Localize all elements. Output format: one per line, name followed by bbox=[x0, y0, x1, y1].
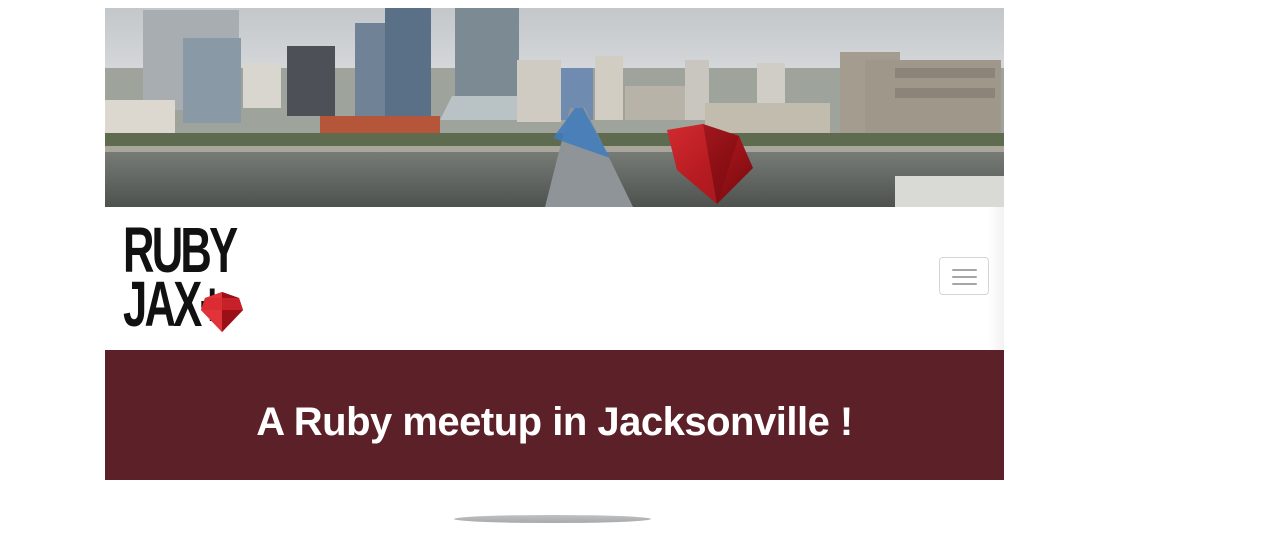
navbar: RUBY JAX+ bbox=[105, 207, 1004, 350]
hamburger-icon bbox=[952, 269, 977, 271]
header-banner-image bbox=[105, 8, 1004, 207]
hero-title: A Ruby meetup in Jacksonville ! bbox=[256, 399, 853, 444]
skyline-illustration bbox=[105, 8, 1004, 207]
ruby-gem-icon bbox=[201, 292, 243, 332]
hero-section: A Ruby meetup in Jacksonville ! bbox=[105, 350, 1004, 480]
page-frame: RUBY JAX+ A Ruby meetup in Jacksonville … bbox=[105, 8, 1004, 480]
hamburger-menu-button[interactable] bbox=[939, 257, 989, 295]
rubyjax-logo[interactable]: RUBY JAX+ bbox=[123, 218, 248, 336]
scroll-indicator bbox=[454, 515, 651, 523]
